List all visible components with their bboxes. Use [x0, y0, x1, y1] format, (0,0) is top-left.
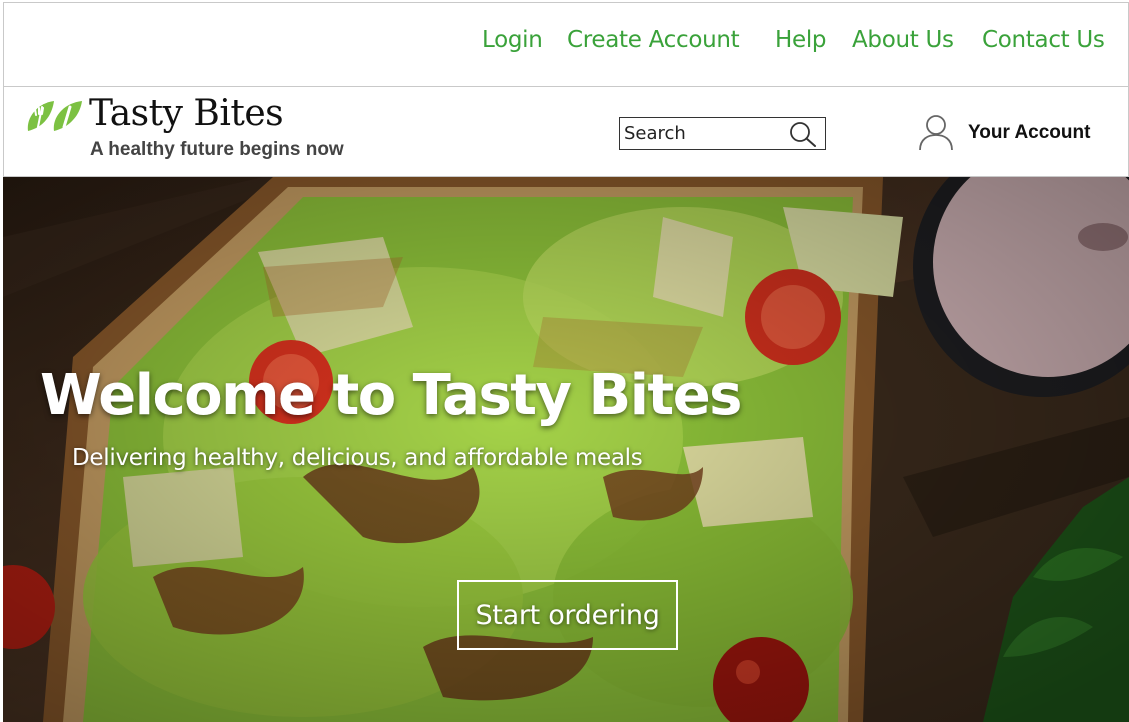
account-label: Your Account: [968, 122, 1091, 143]
hero-banner: Welcome to Tasty Bites Delivering health…: [3, 177, 1129, 722]
top-navigation: Login Create Account Help About Us Conta…: [3, 2, 1129, 87]
nav-link-login[interactable]: Login: [482, 27, 543, 53]
start-ordering-button[interactable]: Start ordering: [457, 580, 678, 650]
hero-subtitle: Delivering healthy, delicious, and affor…: [72, 445, 643, 471]
leaf-fork-icon[interactable]: [24, 97, 86, 135]
nav-link-create-account[interactable]: Create Account: [567, 27, 740, 53]
hero-title: Welcome to Tasty Bites: [40, 363, 743, 428]
brand-tagline: A healthy future begins now: [90, 139, 344, 160]
search-icon[interactable]: [789, 121, 817, 147]
search-input[interactable]: [624, 121, 784, 146]
nav-link-help[interactable]: Help: [775, 27, 827, 53]
user-icon: [919, 115, 953, 151]
brand-name[interactable]: Tasty Bites: [89, 93, 284, 134]
site-header: Tasty Bites A healthy future begins now …: [3, 87, 1129, 177]
nav-link-contact-us[interactable]: Contact Us: [982, 27, 1105, 53]
search-box: [619, 117, 826, 150]
nav-link-about-us[interactable]: About Us: [852, 27, 954, 53]
account-link[interactable]: Your Account: [918, 113, 1090, 153]
